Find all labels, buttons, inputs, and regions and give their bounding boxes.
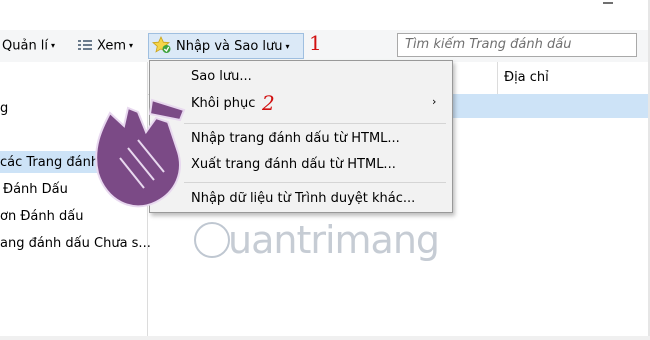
step-marker-2: 2 — [262, 91, 275, 115]
pointing-hand-icon — [95, 98, 186, 208]
column-divider[interactable] — [497, 62, 498, 94]
tree-item[interactable]: ang đánh dấu Chưa s... — [0, 235, 151, 253]
menu-item-restore[interactable]: Khôi phục — [191, 95, 255, 113]
submenu-arrow-icon: › — [432, 95, 437, 108]
search-input[interactable]: Tìm kiếm Trang đánh dấu — [397, 33, 637, 57]
star-import-icon — [152, 36, 171, 53]
watermark-text: uantrimang — [228, 218, 440, 262]
column-header-address[interactable]: Địa chỉ — [504, 70, 549, 85]
list-view-icon — [78, 39, 92, 50]
organize-label: Quản lí — [2, 38, 49, 54]
chevron-down-icon: ▾ — [51, 41, 56, 50]
menu-item-import-other-browser[interactable]: Nhập dữ liệu từ Trình duyệt khác... — [191, 190, 415, 208]
chevron-down-icon: ▾ — [128, 41, 133, 50]
views-label: Xem — [97, 38, 126, 54]
tree-item[interactable]: g — [0, 100, 8, 118]
status-strip — [0, 336, 650, 340]
chevron-down-icon: ▾ — [285, 42, 290, 51]
organize-menu-button[interactable]: Quản lí ▾ — [2, 35, 55, 57]
views-menu-button[interactable]: Xem ▾ — [78, 35, 133, 57]
menu-separator — [184, 123, 446, 124]
tree-item[interactable]: Đánh Dấu — [3, 181, 68, 199]
menu-item-backup[interactable]: Sao lưu... — [191, 68, 252, 86]
tree-item[interactable]: ơn Đánh dấu — [0, 208, 83, 226]
table-row[interactable] — [450, 94, 648, 118]
step-marker-1: 1 — [309, 31, 322, 55]
import-backup-label: Nhập và Sao lưu — [176, 39, 283, 54]
watermark-logo-icon — [194, 222, 230, 258]
menu-separator — [184, 182, 446, 183]
menu-item-export-html[interactable]: Xuất trang đánh dấu từ HTML... — [191, 156, 396, 174]
menu-item-import-html[interactable]: Nhập trang đánh dấu từ HTML... — [191, 130, 400, 148]
close-icon[interactable] — [602, 0, 614, 12]
import-backup-menu-button[interactable]: Nhập và Sao lưu ▾ — [148, 33, 304, 59]
window-title-bar — [0, 0, 650, 30]
